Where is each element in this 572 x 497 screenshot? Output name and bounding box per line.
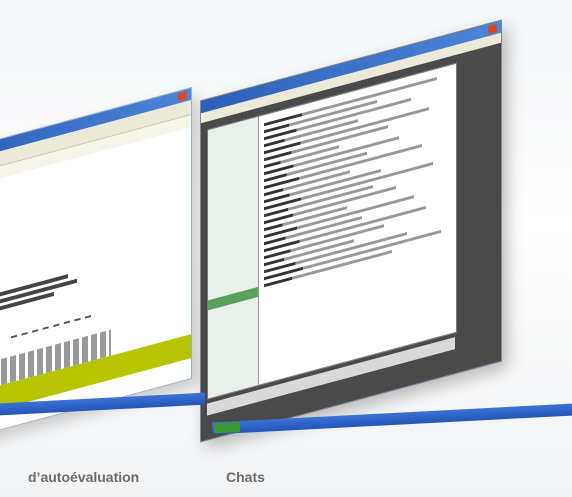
chat-window-screenshot xyxy=(200,19,502,443)
participants-list xyxy=(208,116,259,399)
caption-self-assessment: d’autoévaluation xyxy=(28,469,140,485)
start-button xyxy=(214,421,240,434)
self-assessment-window-screenshot xyxy=(0,86,192,442)
window-content xyxy=(0,128,191,420)
chat-messages xyxy=(264,69,452,291)
participants-header xyxy=(208,286,258,311)
caption-chats: Chats xyxy=(226,469,265,485)
question-text xyxy=(0,268,81,316)
answer-blank xyxy=(11,314,91,339)
